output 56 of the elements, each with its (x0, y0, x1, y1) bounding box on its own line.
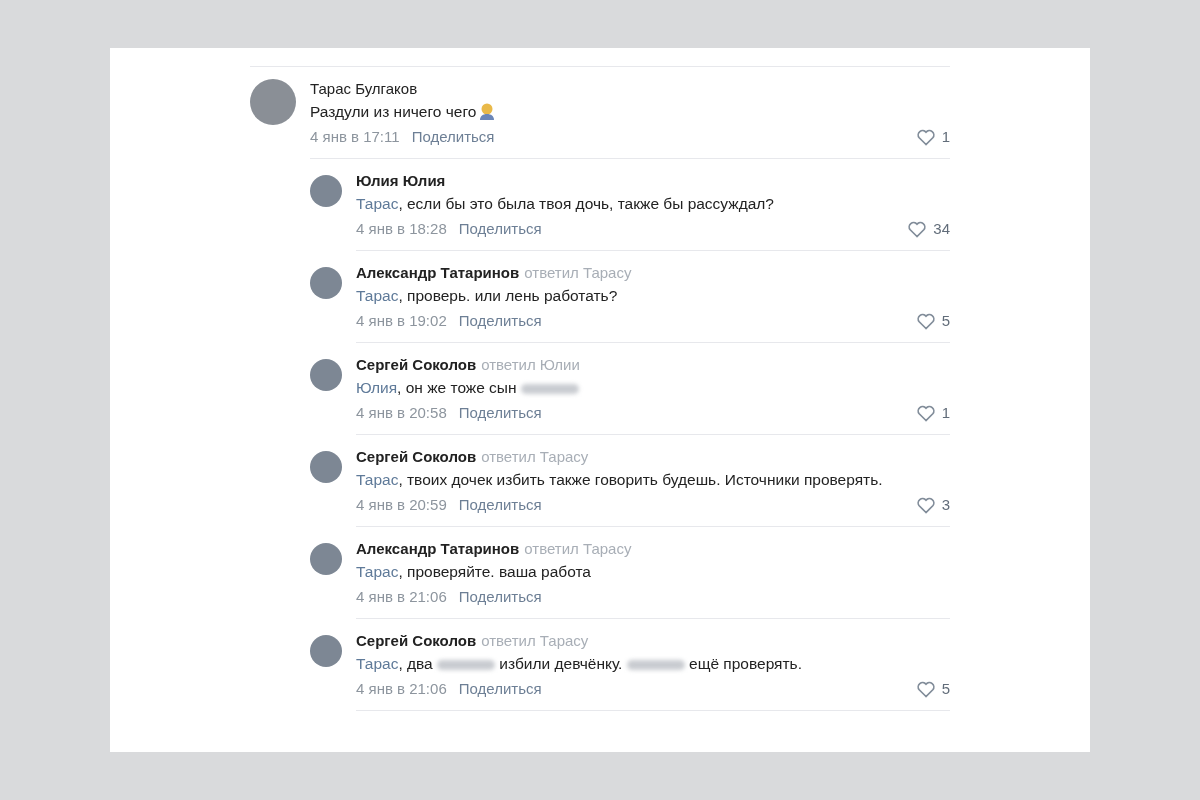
share-link[interactable]: Поделиться (458, 218, 542, 240)
comment-date[interactable]: 4 янв в 17:11 (310, 126, 400, 148)
heart-icon (915, 679, 936, 699)
comment-date[interactable]: 4 янв в 21:06 (356, 678, 447, 700)
author-name[interactable]: Александр Татаринов (356, 540, 520, 557)
avatar (310, 451, 342, 483)
avatar (310, 635, 342, 667)
heart-icon (915, 311, 936, 331)
share-link[interactable]: Поделиться (458, 494, 542, 516)
like-button[interactable]: 5 (915, 310, 950, 332)
share-link[interactable]: Поделиться (458, 402, 542, 424)
like-button[interactable]: 34 (907, 218, 950, 240)
reply-to-label[interactable]: ответил Тарасу (524, 264, 632, 281)
like-button[interactable]: 1 (915, 402, 950, 424)
comment-text: Раздули из ничего чего (310, 100, 950, 124)
comment-date[interactable]: 4 янв в 20:58 (356, 402, 447, 424)
comment-text: Тарас, твоих дочек избить также говорить будешь. Источники проверять. (356, 470, 884, 490)
author-name[interactable]: Сергей Соколов (356, 632, 477, 649)
reply-to-label[interactable]: ответил Тарасу (481, 632, 589, 649)
avatar (310, 175, 342, 207)
share-link[interactable]: Поделиться (411, 126, 495, 148)
comment-text: Тарас, проверяйте. ваша работа (356, 562, 592, 582)
like-button[interactable]: 5 (915, 678, 950, 700)
heart-icon (915, 495, 936, 515)
share-link[interactable]: Поделиться (458, 586, 542, 608)
reply-to-label[interactable]: ответил Тарасу (481, 448, 589, 465)
author-name[interactable]: Тарас Булгаков (310, 80, 418, 97)
comment-date[interactable]: 4 янв в 19:02 (356, 310, 447, 332)
avatar (310, 543, 342, 575)
share-link[interactable]: Поделиться (458, 310, 542, 332)
comment-date[interactable]: 4 янв в 20:59 (356, 494, 447, 516)
comment-date[interactable]: 4 янв в 18:28 (356, 218, 447, 240)
blurred-text (437, 659, 496, 670)
author-name[interactable]: Сергей Соколов (356, 448, 477, 465)
share-link[interactable]: Поделиться (458, 678, 542, 700)
heart-icon (907, 219, 928, 239)
author-name[interactable]: Сергей Соколов (356, 356, 477, 373)
like-button[interactable]: 1 (915, 126, 950, 148)
comment-text: Тарас, два избили девчёнку. ещё проверять. (356, 654, 803, 674)
author-name[interactable]: Юлия Юлия (356, 172, 446, 189)
comment-date[interactable]: 4 янв в 21:06 (356, 586, 447, 608)
comment-text: Тарас, если бы это была твоя дочь, также бы рассуждал? (356, 194, 775, 214)
like-button[interactable]: 3 (915, 494, 950, 516)
reply-to-label[interactable]: ответил Тарасу (524, 540, 632, 557)
author-name[interactable]: Александр Татаринов (356, 264, 520, 281)
blurred-text (520, 383, 579, 394)
avatar (310, 359, 342, 391)
person-emoji-icon (478, 102, 497, 120)
heart-icon (915, 403, 936, 423)
comment-text: Юлия, он же тоже сын (356, 376, 950, 400)
reply-to-label[interactable]: ответил Юлии (481, 356, 580, 373)
blurred-text (626, 659, 685, 670)
avatar (250, 79, 296, 125)
comment-text: Тарас, проверь. или лень работать? (356, 286, 619, 306)
heart-icon (915, 127, 936, 147)
avatar (310, 267, 342, 299)
